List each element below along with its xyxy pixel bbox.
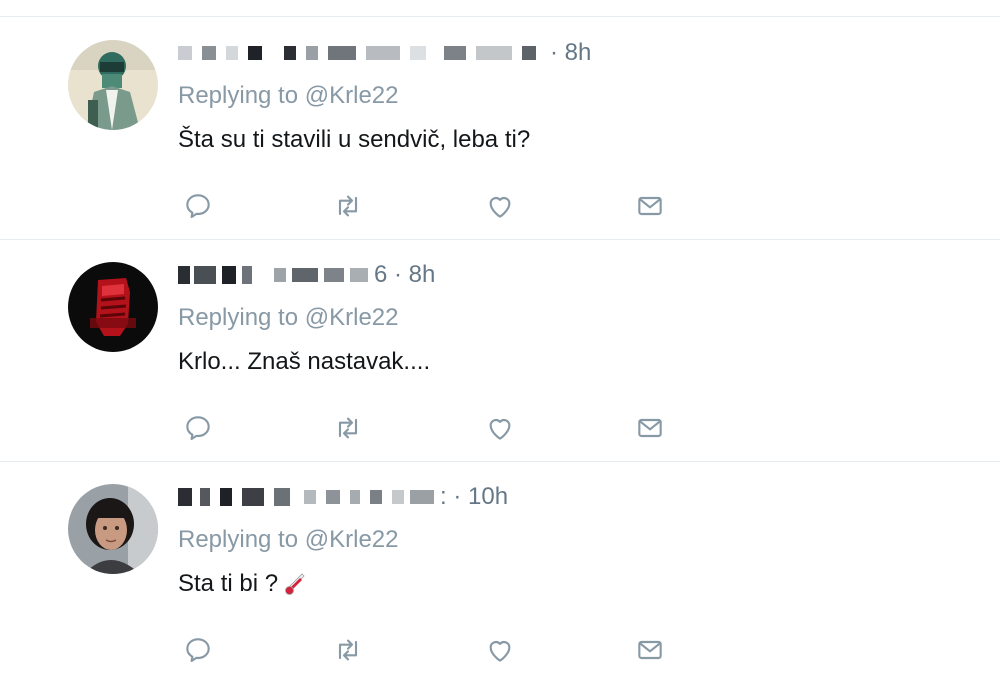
tweet-time[interactable]: · 8h	[550, 39, 591, 67]
like-button[interactable]	[482, 410, 518, 446]
reply-button[interactable]	[180, 410, 216, 446]
tweet-header: · 8h	[178, 38, 591, 68]
tweet-actions	[180, 410, 700, 446]
tweet-header: : · 10h	[178, 482, 508, 512]
retweet-icon	[338, 417, 358, 439]
top-divider	[0, 16, 1000, 17]
tweet-text: Šta su ti stavili u sendvič, leba ti?	[178, 126, 531, 153]
replying-prefix: Replying to	[178, 82, 299, 109]
tweet-actions	[180, 188, 700, 224]
message-icon	[638, 640, 662, 660]
like-button[interactable]	[482, 632, 518, 668]
tweet-text: Sta ti bi ?	[178, 570, 279, 597]
avatar-red-fist-icon	[68, 262, 158, 352]
like-button[interactable]	[482, 188, 518, 224]
reply-handle-link[interactable]: @Krle22	[305, 526, 399, 553]
avatar-masked-person-icon	[68, 40, 158, 130]
message-button[interactable]	[632, 410, 668, 446]
retweet-button[interactable]	[330, 188, 366, 224]
tweet-actions	[180, 632, 700, 668]
like-icon	[489, 419, 511, 440]
retweet-icon	[338, 639, 358, 661]
reply-handle-link[interactable]: @Krle22	[305, 304, 399, 331]
redacted-name	[178, 484, 436, 510]
like-icon	[489, 197, 511, 218]
reply-icon	[186, 638, 210, 662]
redacted-name	[178, 40, 546, 66]
avatar[interactable]	[68, 262, 158, 352]
thermometer-icon	[285, 573, 305, 595]
tweet-time[interactable]: : · 10h	[440, 483, 508, 511]
message-button[interactable]	[632, 632, 668, 668]
avatar-woman-photo-icon	[68, 484, 158, 574]
reply-icon	[186, 194, 210, 218]
replying-to: Replying to @Krle22	[178, 82, 399, 110]
like-icon	[489, 641, 511, 662]
tweet-reply[interactable]: · 8h Replying to @Krle22 Šta su ti stavi…	[0, 18, 1000, 240]
tweet-reply[interactable]: : · 10h Replying to @Krle22 Sta ti bi ?	[0, 462, 1000, 682]
replying-prefix: Replying to	[178, 526, 299, 553]
redacted-name	[178, 262, 370, 288]
retweet-button[interactable]	[330, 410, 366, 446]
reply-button[interactable]	[180, 188, 216, 224]
avatar[interactable]	[68, 40, 158, 130]
message-icon	[638, 418, 662, 438]
tweet-reply[interactable]: 6 · 8h Replying to @Krle22 Krlo... Znaš …	[0, 240, 1000, 462]
reply-handle-link[interactable]: @Krle22	[305, 82, 399, 109]
message-button[interactable]	[632, 188, 668, 224]
retweet-button[interactable]	[330, 632, 366, 668]
avatar[interactable]	[68, 484, 158, 574]
reply-icon	[186, 416, 210, 440]
tweet-time[interactable]: 6 · 8h	[374, 261, 435, 289]
replying-prefix: Replying to	[178, 304, 299, 331]
replying-to: Replying to @Krle22	[178, 304, 399, 332]
tweet-text: Krlo... Znaš nastavak....	[178, 348, 431, 375]
replying-to: Replying to @Krle22	[178, 526, 399, 554]
reply-button[interactable]	[180, 632, 216, 668]
tweet-text-container: Sta ti bi ?	[178, 570, 306, 598]
message-icon	[638, 196, 662, 216]
tweet-header: 6 · 8h	[178, 260, 435, 290]
retweet-icon	[338, 195, 358, 217]
